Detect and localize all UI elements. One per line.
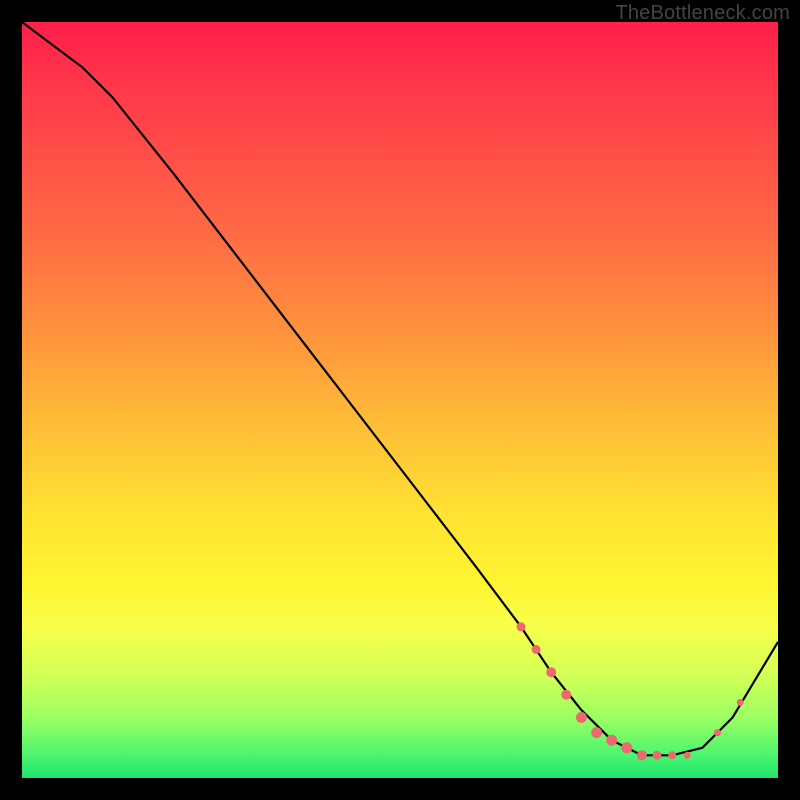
- curve-marker: [737, 699, 744, 706]
- curve-line: [22, 22, 778, 755]
- curve-marker: [606, 735, 617, 746]
- curve-marker: [517, 622, 526, 631]
- curve-marker: [637, 750, 647, 760]
- curve-marker: [561, 690, 571, 700]
- curve-marker: [684, 752, 691, 759]
- curve-marker: [591, 727, 602, 738]
- curve-marker: [668, 751, 676, 759]
- curve-marker: [621, 742, 632, 753]
- curve-marker: [653, 751, 662, 760]
- curve-marker: [532, 645, 541, 654]
- watermark-text: TheBottleneck.com: [615, 2, 790, 25]
- curve-marker: [576, 712, 587, 723]
- curve-marker: [546, 667, 556, 677]
- curve-marker: [714, 729, 721, 736]
- plot-area: [22, 22, 778, 778]
- chart-overlay-svg: [22, 22, 778, 778]
- chart-stage: TheBottleneck.com: [0, 0, 800, 800]
